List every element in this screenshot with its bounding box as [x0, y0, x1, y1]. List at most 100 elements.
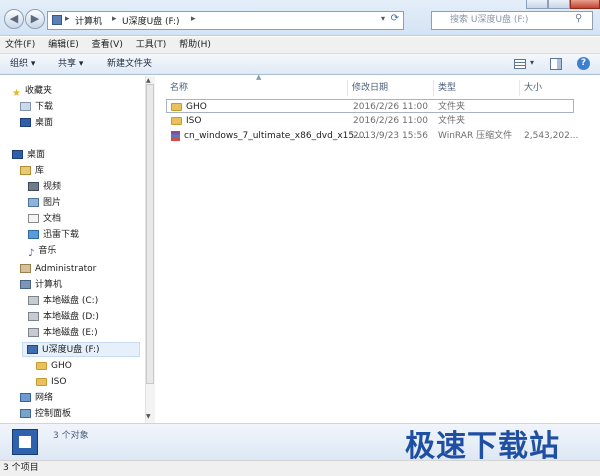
nav-music[interactable]: ♪ 音乐: [28, 244, 56, 259]
column-type[interactable]: 类型: [434, 80, 520, 96]
nav-desktop-fav[interactable]: 桌面: [20, 116, 53, 131]
nav-control-panel[interactable]: 控制面板: [20, 407, 71, 422]
drive-icon: [52, 15, 62, 25]
file-row-iso[interactable]: ISO 2016/2/26 11:00 文件夹: [166, 114, 574, 128]
command-bar: 组织 ▾ 共享 ▾ 新建文件夹 ▾ ?: [0, 54, 600, 75]
view-dropdown-icon[interactable]: ▾: [530, 58, 534, 67]
file-list: ▲ 名称 修改日期 类型 大小 GHO 2016/2/26 11:00 文件夹 …: [156, 73, 600, 423]
preview-pane-icon[interactable]: [550, 58, 562, 70]
nav-desktop[interactable]: 桌面: [12, 148, 45, 163]
new-folder-button[interactable]: 新建文件夹: [107, 54, 152, 74]
file-name: ISO: [171, 114, 201, 128]
folder-icon: [36, 377, 47, 386]
library-icon: [20, 166, 31, 175]
breadcrumb-computer[interactable]: 计算机: [75, 14, 102, 27]
file-name: cn_windows_7_ultimate_x86_dvd_x15-...: [171, 129, 366, 143]
control-panel-icon: [20, 409, 31, 418]
nav-disk-f[interactable]: U深度U盘 (F:): [22, 342, 140, 357]
minimize-button[interactable]: [526, 0, 548, 9]
help-icon[interactable]: ?: [577, 57, 590, 70]
menu-view[interactable]: 查看(V): [87, 37, 128, 53]
nav-downloads[interactable]: 下载: [20, 100, 53, 115]
scroll-down-icon[interactable]: ▼: [146, 413, 151, 420]
document-icon: [28, 214, 39, 223]
address-bar-region: ◀ ▶ ▸ 计算机 ▸ U深度U盘 (F:) ▸ ▾ ⟳ 搜索 U深度U盘 (F…: [0, 0, 600, 36]
nav-library[interactable]: 库: [20, 164, 44, 179]
picture-icon: [28, 198, 39, 207]
status-bar: 3 个项目: [0, 460, 600, 476]
file-date: 2016/2/26 11:00: [353, 116, 428, 126]
object-count: 3 个对象: [53, 431, 89, 441]
column-name[interactable]: 名称: [166, 80, 348, 96]
folder-icon: [171, 116, 182, 125]
usb-drive-label-icon: [19, 436, 31, 448]
file-type: 文件夹: [438, 116, 466, 126]
site-watermark: 极速下载站: [405, 429, 560, 464]
file-date: 2016/2/26 11:00: [353, 102, 428, 112]
nav-administrator[interactable]: Administrator: [20, 262, 96, 277]
folder-icon: [171, 102, 182, 111]
menu-tools[interactable]: 工具(T): [131, 37, 172, 53]
nav-disk-d[interactable]: 本地磁盘 (D:): [28, 310, 99, 325]
breadcrumb-separator-icon: ▸: [112, 14, 117, 24]
user-folder-icon: [20, 264, 31, 273]
folder-icon: [36, 361, 47, 370]
navigation-pane: ★ 收藏夹 下载 桌面 桌面 库 视频 图片 文档 迅雷下载 ♪ 音乐 Admini…: [0, 76, 155, 423]
file-date: 2013/9/23 15:56: [353, 131, 428, 141]
file-row-gho[interactable]: GHO 2016/2/26 11:00 文件夹: [166, 99, 574, 113]
file-type: WinRAR 压缩文件: [438, 131, 513, 141]
maximize-button[interactable]: [548, 0, 570, 9]
winrar-archive-icon: [171, 130, 180, 141]
share-button[interactable]: 共享 ▾: [58, 54, 83, 74]
nav-disk-e[interactable]: 本地磁盘 (E:): [28, 326, 98, 341]
scroll-up-icon[interactable]: ▲: [146, 77, 151, 84]
network-icon: [20, 393, 31, 402]
close-button[interactable]: [570, 0, 600, 9]
computer-icon: [20, 280, 31, 289]
nav-scrollbar-thumb[interactable]: [146, 84, 154, 384]
file-type: 文件夹: [438, 102, 466, 112]
nav-network[interactable]: 网络: [20, 391, 53, 406]
menu-file[interactable]: 文件(F): [0, 37, 40, 53]
menu-bar: 文件(F) 编辑(E) 查看(V) 工具(T) 帮助(H): [0, 37, 600, 54]
nav-iso[interactable]: ISO: [36, 375, 66, 390]
nav-computer[interactable]: 计算机: [20, 278, 62, 293]
hard-disk-icon: [28, 328, 39, 337]
nav-disk-c[interactable]: 本地磁盘 (C:): [28, 294, 98, 309]
menu-help[interactable]: 帮助(H): [174, 37, 216, 53]
xunlei-icon: [28, 230, 39, 239]
column-date[interactable]: 修改日期: [348, 80, 434, 96]
column-size[interactable]: 大小: [520, 80, 580, 96]
nav-xunlei[interactable]: 迅雷下载: [28, 228, 79, 243]
file-name: GHO: [171, 100, 207, 114]
breadcrumb-separator-icon: ▸: [191, 14, 196, 24]
address-box[interactable]: ▸ 计算机 ▸ U深度U盘 (F:) ▸ ▾ ⟳: [47, 11, 404, 30]
desktop-icon: [20, 118, 31, 127]
view-options-icon[interactable]: [514, 59, 526, 69]
hard-disk-icon: [28, 312, 39, 321]
breadcrumb-drive[interactable]: U深度U盘 (F:): [122, 14, 180, 27]
desktop-icon: [12, 150, 23, 159]
nav-gho[interactable]: GHO: [36, 359, 72, 374]
video-icon: [28, 182, 39, 191]
nav-documents[interactable]: 文档: [28, 212, 61, 227]
menu-edit[interactable]: 编辑(E): [43, 37, 84, 53]
download-folder-icon: [20, 102, 31, 111]
refresh-icon[interactable]: ⟳: [391, 13, 399, 24]
status-text: 3 个项目: [3, 463, 39, 473]
file-row-iso-archive[interactable]: cn_windows_7_ultimate_x86_dvd_x15-... 20…: [166, 129, 578, 143]
search-input[interactable]: 搜索 U深度U盘 (F:): [431, 11, 593, 30]
forward-button[interactable]: ▶: [25, 9, 45, 29]
usb-drive-large-icon: [12, 429, 38, 455]
music-icon: ♪: [28, 248, 35, 259]
usb-drive-icon: [27, 345, 38, 354]
search-icon[interactable]: ⚲: [575, 13, 582, 24]
star-icon: ★: [12, 88, 21, 99]
hard-disk-icon: [28, 296, 39, 305]
nav-favorites[interactable]: ★ 收藏夹: [12, 84, 52, 99]
address-dropdown-icon[interactable]: ▾: [381, 14, 385, 23]
organize-button[interactable]: 组织 ▾: [10, 54, 35, 74]
nav-videos[interactable]: 视频: [28, 180, 61, 195]
back-button[interactable]: ◀: [4, 9, 24, 29]
nav-pictures[interactable]: 图片: [28, 196, 61, 211]
